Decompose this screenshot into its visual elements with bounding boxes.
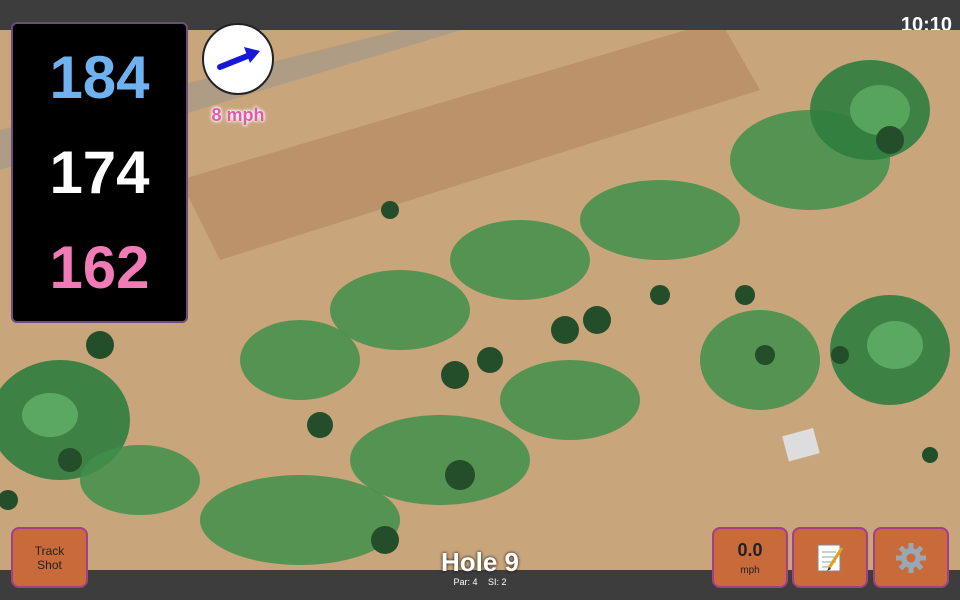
back-yardage: 184	[49, 43, 150, 111]
wind-arrow-icon	[217, 47, 260, 70]
wind-speed: 8 mph	[211, 105, 265, 125]
notepad-icon	[817, 544, 844, 571]
speed-button[interactable]: 0.0 mph	[712, 527, 788, 588]
speed-unit: mph	[740, 564, 760, 576]
front-yardage: 162	[49, 233, 150, 301]
hole-par: Par: 4	[453, 577, 478, 587]
settings-button[interactable]	[873, 527, 949, 588]
track-shot-label-line2: Shot	[37, 557, 62, 572]
notes-button[interactable]	[792, 527, 868, 588]
wind-compass	[202, 23, 274, 95]
hole-stroke-index: SI: 2	[488, 577, 507, 587]
hole-title: Hole 9	[440, 547, 520, 577]
hole-info: Par: 4 SI: 2	[380, 577, 580, 587]
middle-yardage: 174	[49, 138, 150, 206]
track-shot-label-line1: Track	[34, 543, 65, 558]
speed-value: 0.0	[737, 539, 763, 560]
yardage-panel: 184 174 162	[11, 22, 188, 323]
track-shot-button[interactable]: Track Shot	[11, 527, 88, 588]
gear-icon	[896, 542, 926, 573]
